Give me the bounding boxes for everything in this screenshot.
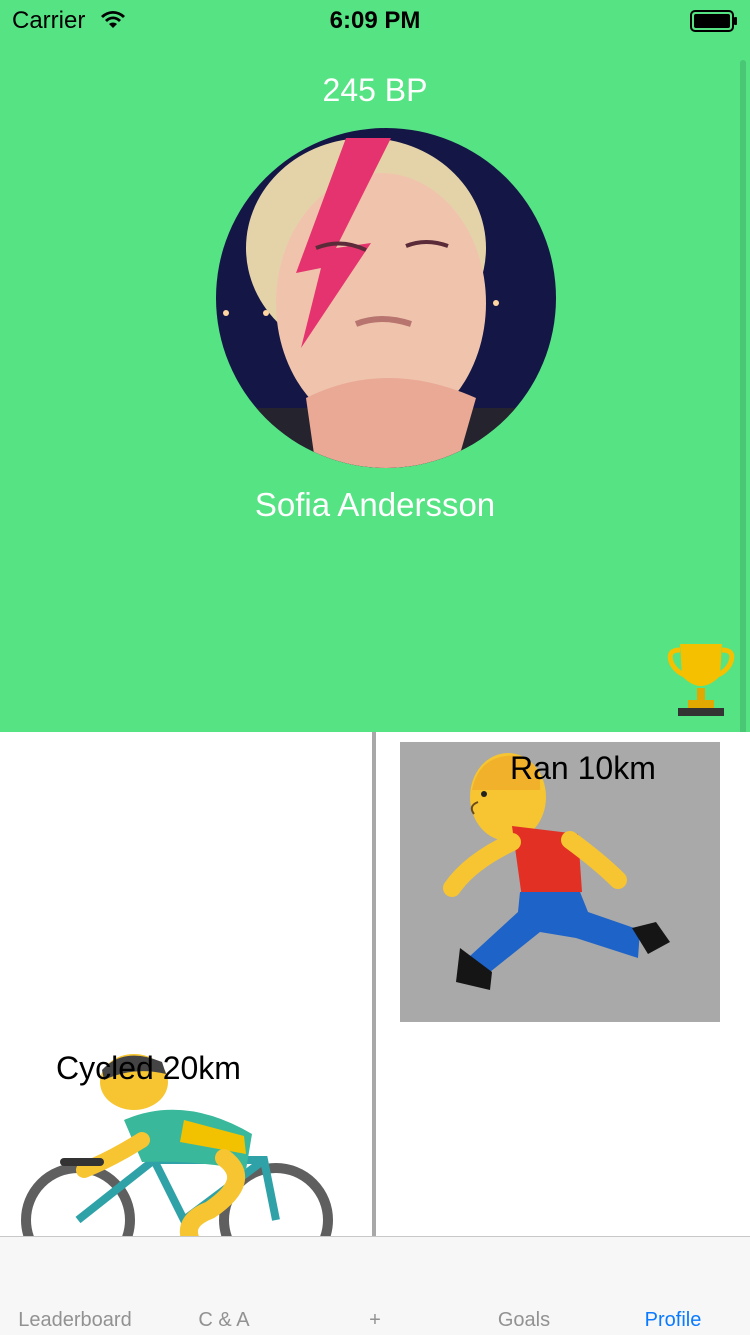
activity-label-cycle: Cycled 20km: [56, 1050, 241, 1086]
tab-profile[interactable]: Profile: [598, 1309, 748, 1332]
tab-bar: Leaderboard C & A + Goals Profile: [0, 1236, 750, 1335]
status-time: 6:09 PM: [329, 7, 421, 34]
tab-c-and-a[interactable]: C & A: [149, 1309, 299, 1332]
status-bar: Carrier 6:09 PM: [0, 0, 750, 40]
tab-leaderboard[interactable]: Leaderboard: [0, 1309, 150, 1332]
tab-goals[interactable]: Goals: [449, 1309, 599, 1332]
battery-icon: [690, 10, 738, 37]
trophy-icon[interactable]: [666, 640, 736, 723]
avatar[interactable]: [216, 128, 556, 473]
column-divider: [372, 732, 376, 1236]
activity-feed: Ran 10km Cycled 20km: [0, 732, 750, 1236]
profile-name: Sofia Andersson: [254, 486, 496, 523]
tab-add[interactable]: +: [300, 1309, 450, 1332]
activity-label-run: Ran 10km: [510, 750, 656, 786]
profile-header: Carrier 6:09 PM 245 BP Sofia Andersson: [0, 0, 750, 732]
points-label: 245 BP: [322, 72, 428, 108]
